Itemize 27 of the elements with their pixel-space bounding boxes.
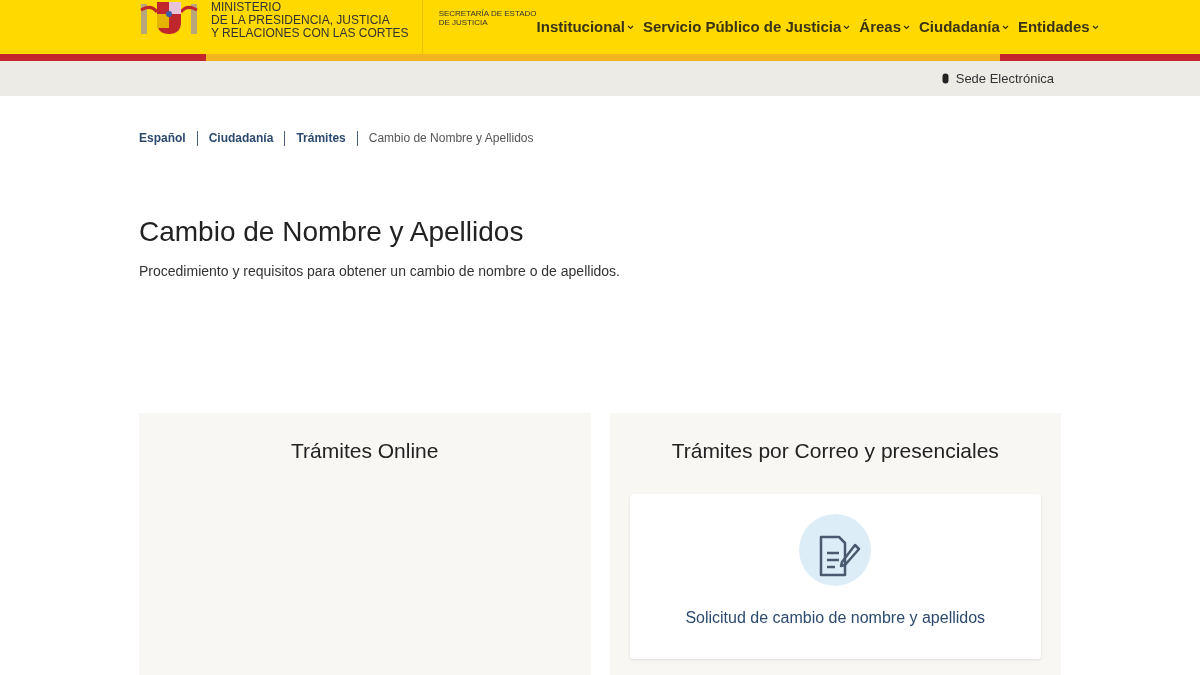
breadcrumb-current: Cambio de Nombre y Apellidos (368, 130, 534, 147)
breadcrumb-link[interactable]: Trámites (296, 129, 346, 147)
electronic-office-link[interactable]: Sede Electrónica (941, 68, 1054, 89)
ministry-name-line: Y RELACIONES CON LAS CORTES (211, 27, 409, 40)
page-title: Cambio de Nombre y Apellidos (139, 215, 525, 249)
section-title: Trámites por Correo y presenciales (670, 438, 1000, 464)
coat-of-arms-icon (139, 0, 199, 36)
breadcrumb-link[interactable]: Español (139, 129, 186, 147)
chevron-down-icon (1001, 24, 1009, 30)
ministry-name-line: DE LA PRESIDENCIA, JUSTICIA (211, 14, 391, 27)
chevron-down-icon (1091, 24, 1099, 30)
chevron-down-icon (626, 24, 634, 30)
procedure-link-card[interactable]: Solicitud de cambio de nombre y apellidos (629, 493, 1041, 659)
chevron-down-icon (843, 24, 851, 30)
nav-menu-item[interactable]: Ciudadanía (919, 16, 1009, 39)
section-title: Trámites Online (290, 438, 440, 464)
nav-menu-item[interactable]: Áreas (859, 16, 911, 39)
chevron-down-icon (903, 24, 911, 30)
page-description: Procedimiento y requisitos para obtener un cambio de nombre o de apellidos. (139, 262, 621, 281)
secretariat-name-line: SECRETARÍA DE ESTADO (438, 9, 537, 18)
breadcrumb-link[interactable]: Ciudadanía (208, 129, 274, 147)
nav-menu-item[interactable]: Servicio Público de Justicia (642, 16, 851, 39)
ministry-name-line: MINISTERIO (211, 1, 282, 14)
mouse-icon (941, 73, 949, 84)
nav-menu-item[interactable]: Institucional (536, 16, 634, 39)
secretariat-name-line: DE JUSTICIA (438, 18, 489, 27)
nav-menu-item[interactable]: Entidades (1017, 16, 1099, 39)
